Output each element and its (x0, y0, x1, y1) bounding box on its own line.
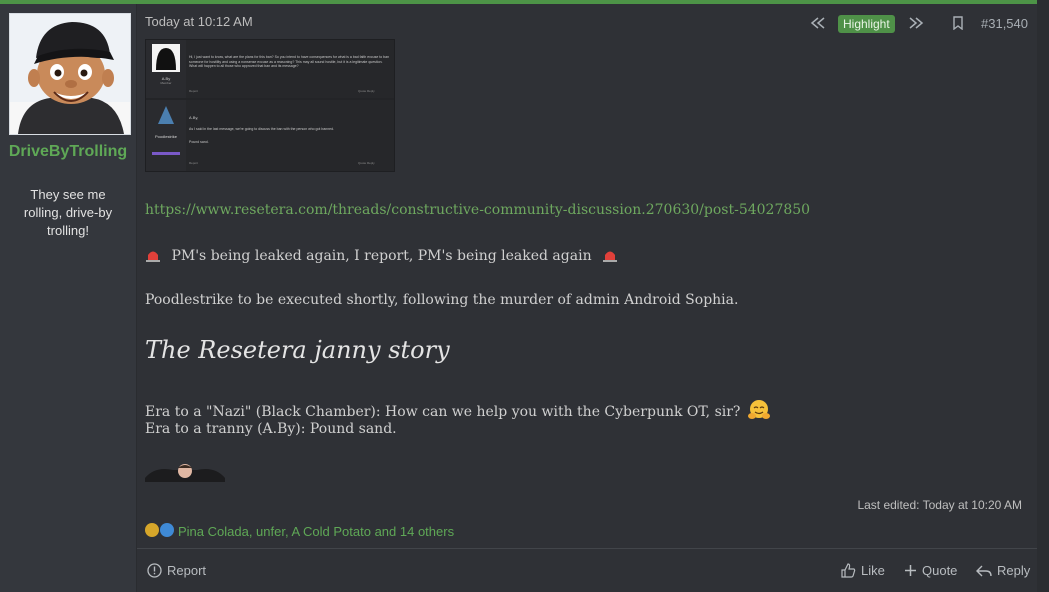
reactions-list[interactable]: Pina Colada, unfer, A Cold Potato and 14… (178, 524, 454, 539)
reply-label: Reply (997, 563, 1031, 578)
reply-button[interactable]: Reply (976, 563, 1030, 578)
nazi-text: Era to a "Nazi" (Black Chamber): How can… (145, 404, 741, 420)
post-link[interactable]: https://www.resetera.com/threads/constru… (145, 202, 810, 218)
report-button[interactable]: Report (147, 563, 206, 578)
embedded-text1: Hi, I just want to know, what are the pl… (189, 55, 390, 68)
thumbs-up-icon (841, 563, 856, 578)
reply-icon (976, 565, 992, 576)
post-line-executed: Poodlestrike to be executed shortly, fol… (145, 292, 739, 308)
embedded-user2: Poodlestrike (154, 134, 177, 139)
reaction-gif[interactable] (145, 462, 225, 482)
report-label: Report (167, 563, 207, 578)
footer-divider (137, 548, 1037, 549)
quote-button[interactable]: Quote (904, 563, 957, 578)
hugging-face-emoji-icon (747, 400, 770, 419)
post-line-tranny: Era to a tranny (A.By): Pound sand. (145, 421, 397, 437)
embedded-reply2: Quote Reply (358, 161, 375, 165)
like-reaction-icon (160, 523, 174, 537)
report-icon (147, 563, 162, 578)
embedded-actions1: Report (189, 89, 199, 93)
embedded-user1-role: Member (160, 81, 172, 85)
plus-icon (905, 565, 916, 576)
previous-highlight-icon[interactable] (810, 16, 826, 30)
embedded-text2a: A.By, (189, 115, 199, 120)
like-button[interactable]: Like (841, 563, 885, 578)
embedded-text2c: Pound sand. (189, 140, 209, 144)
username[interactable]: DriveByTrolling (6, 142, 130, 162)
quote-label: Quote (922, 563, 958, 578)
embedded-actions2: Report (189, 161, 199, 165)
user-title: They see me rolling, drive-by trolling! (23, 187, 113, 238)
user-sidebar: DriveByTrolling They see me rolling, dri… (0, 4, 137, 592)
leaked-text: PM's being leaked again, I report, PM's … (171, 248, 592, 264)
scrollbar[interactable] (1037, 0, 1049, 592)
siren-emoji-icon (603, 251, 618, 262)
avatar[interactable] (9, 13, 131, 135)
post-line-nazi: Era to a "Nazi" (Black Chamber): How can… (145, 399, 771, 421)
next-highlight-icon[interactable] (908, 16, 924, 30)
avatar-image (10, 14, 130, 134)
post-main: Today at 10:12 AM Highlight #31,540 A.By… (137, 4, 1037, 592)
post-timestamp[interactable]: Today at 10:12 AM (145, 14, 253, 29)
like-label: Like (861, 563, 885, 578)
medal-reaction-icon (145, 523, 159, 537)
highlight-badge[interactable]: Highlight (838, 15, 895, 33)
embedded-text2b: As I said in the last message, we're goi… (189, 127, 335, 131)
bookmark-icon[interactable] (952, 16, 968, 31)
post-number[interactable]: #31,540 (981, 16, 1028, 31)
siren-emoji-icon (146, 251, 160, 262)
post-heading: The Resetera janny story (145, 336, 450, 364)
post-line-leaked: PM's being leaked again, I report, PM's … (145, 248, 618, 264)
embedded-reply1: Quote Reply (358, 89, 375, 93)
last-edited[interactable]: Last edited: Today at 10:20 AM (857, 498, 1022, 512)
embedded-screenshot[interactable]: A.By Member Hi, I just want to know, wha… (145, 39, 395, 172)
